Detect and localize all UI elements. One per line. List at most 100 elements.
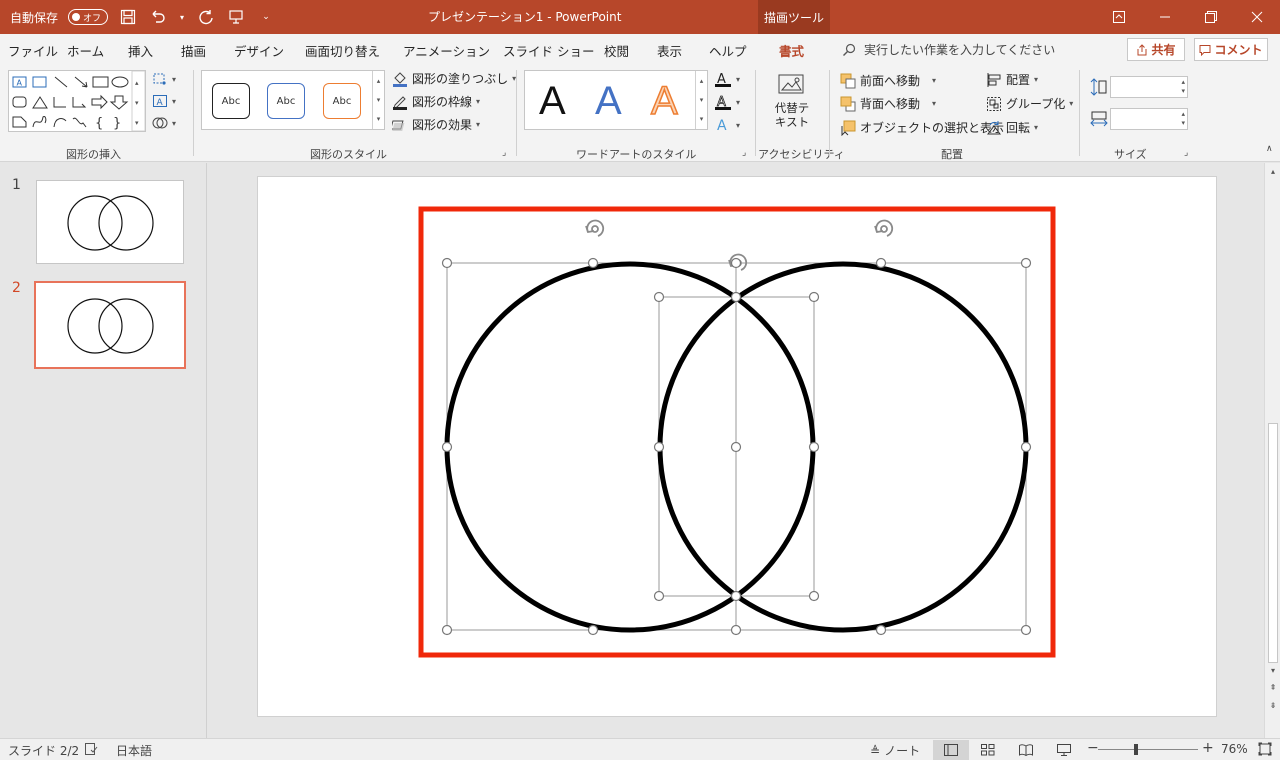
undo-icon[interactable] [148,7,168,27]
tab-transitions[interactable]: 画面切り替え [305,41,380,60]
wordart-style-black[interactable]: A [539,77,566,125]
tab-home[interactable]: ホーム [67,41,104,60]
size-dialog-launcher-icon[interactable]: ⌟ [1184,148,1188,158]
slide-thumbnail-2[interactable] [34,281,186,369]
zoom-in-button[interactable]: + [1202,740,1214,756]
slide-thumbnail-1[interactable] [36,180,184,264]
accessibility-check-icon[interactable] [84,742,98,756]
send-backward-button[interactable]: 背面へ移動 ▾ [840,95,936,112]
alt-text-button[interactable]: 代替テ キスト [772,72,812,129]
height-spinner-icon[interactable]: ▴ ▾ [1181,78,1185,96]
tab-draw[interactable]: 描画 [181,41,206,60]
normal-view-icon[interactable] [933,740,969,760]
shape-effects-button[interactable]: 図形の効果 ▾ [392,116,480,133]
gallery-up-icon[interactable]: ▴ [377,77,381,85]
text-effects-button[interactable]: A ▾ [714,116,740,134]
merge-shapes-button[interactable]: ▾ [152,116,176,130]
zoom-level[interactable]: 76% [1221,742,1248,756]
notes-button[interactable]: ≜ ノート [870,742,920,759]
tab-view[interactable]: 表示 [657,41,682,60]
curve-shape-icon [53,118,67,128]
shape-styles-dialog-launcher-icon[interactable]: ⌟ [502,148,506,158]
start-slideshow-icon[interactable] [226,7,246,27]
shapes-gallery[interactable]: A { } ▴ ▾ ▾ [8,70,146,132]
wordart-group-label: ワードアートのスタイル [576,148,697,161]
gallery-more-icon[interactable]: ▾ [377,115,381,123]
wordart-more-icon[interactable]: ▾ [700,115,704,123]
redo-icon[interactable] [196,7,216,27]
comment-icon [1199,44,1211,56]
align-button[interactable]: 配置 ▾ [986,71,1038,88]
text-outline-button[interactable]: A ▾ [714,93,740,111]
share-button[interactable]: 共有 [1127,38,1185,61]
zoom-slider-knob[interactable] [1134,744,1138,755]
selection-pane-button[interactable]: オブジェクトの選択と表示 [840,119,1004,136]
minimize-icon[interactable] [1142,0,1188,34]
bring-forward-button[interactable]: 前面へ移動 ▾ [840,72,936,89]
shape-height-input[interactable]: ▴ ▾ [1110,76,1188,98]
wordart-style-blue[interactable]: A [595,77,622,125]
tab-insert[interactable]: 挿入 [128,41,153,60]
rotate-button[interactable]: 回転 ▾ [986,119,1038,136]
wordart-dialog-launcher-icon[interactable]: ⌟ [742,148,746,158]
tab-file[interactable]: ファイル [8,41,58,60]
tab-format[interactable]: 書式 [776,41,807,67]
zoom-out-button[interactable]: − [1087,740,1099,756]
send-backward-icon [840,96,856,111]
save-icon[interactable] [118,7,138,27]
shape-width-input[interactable]: ▴ ▾ [1110,108,1188,130]
gallery-down-icon[interactable]: ▾ [377,96,381,104]
vertical-scrollbar[interactable]: ▴ ▾ ⇞ ⇟ [1264,163,1280,738]
tab-help[interactable]: ヘルプ [709,41,747,60]
wordart-style-orange[interactable]: A [650,77,678,125]
fit-to-window-icon[interactable] [1258,742,1272,756]
wordart-gallery[interactable]: A A A ▴ ▾ ▾ [524,70,708,130]
scroll-up-icon[interactable]: ▴ [1265,167,1280,176]
close-icon[interactable] [1234,0,1280,34]
language-indicator[interactable]: 日本語 [116,742,152,759]
gallery-scroll[interactable]: ▴ ▾ ▾ [372,71,384,129]
slide-canvas[interactable] [257,176,1217,717]
wordart-gallery-scroll[interactable]: ▴ ▾ ▾ [695,71,707,129]
draw-text-box-button[interactable]: A ▾ [152,94,176,108]
svg-text:{: { [95,116,103,131]
edit-shape-button[interactable]: ▾ [152,72,176,86]
shape-outline-button[interactable]: 図形の枠線 ▾ [392,93,480,110]
resize-handle [730,624,742,636]
shape-styles-group-label: 図形のスタイル [310,148,387,161]
restore-icon[interactable] [1188,0,1234,34]
shape-fill-button[interactable]: 図形の塗りつぶし ▾ [392,70,516,87]
wordart-down-icon[interactable]: ▾ [700,96,704,104]
document-title: プレゼンテーション1 - PowerPoint [428,10,622,24]
autosave-toggle[interactable]: オフ [68,9,109,25]
group-button[interactable]: グループ化 ▾ [986,95,1073,112]
slideshow-view-icon[interactable] [1046,740,1082,760]
scroll-down-icon[interactable]: ▾ [1265,666,1280,675]
collapse-ribbon-icon[interactable]: ∧ [1266,144,1273,154]
rotate-handle-icon [874,219,894,237]
undo-dropdown-icon[interactable]: ▾ [178,7,186,27]
zoom-slider-track[interactable] [1098,749,1198,750]
scrollbar-thumb[interactable] [1268,423,1278,663]
tab-animations[interactable]: アニメーション [403,41,490,60]
width-spinner-icon[interactable]: ▴ ▾ [1181,110,1185,128]
text-fill-button[interactable]: A ▾ [714,70,740,88]
reading-view-icon[interactable] [1008,740,1044,760]
text-fill-icon: A [715,72,731,87]
previous-slide-icon[interactable]: ⇞ [1265,683,1280,692]
search-icon [843,43,856,56]
ribbon-display-options-icon[interactable] [1096,0,1142,34]
customize-toolbar-icon[interactable]: ⌄ [256,7,276,27]
tell-me-box[interactable]: 実行したい作業を入力してください [842,41,1055,58]
shape-style-orange[interactable]: Abc [323,83,361,119]
shape-style-blue[interactable]: Abc [267,83,305,119]
comment-button[interactable]: コメント [1194,38,1268,61]
wordart-up-icon[interactable]: ▴ [700,77,704,85]
tab-review[interactable]: 校閲 [604,41,629,60]
shape-style-gallery[interactable]: Abc Abc Abc ▴ ▾ ▾ [201,70,385,130]
slide-sorter-view-icon[interactable] [970,740,1006,760]
next-slide-icon[interactable]: ⇟ [1265,701,1280,710]
shape-style-dark[interactable]: Abc [212,83,250,119]
tab-design[interactable]: デザイン [234,41,284,60]
tab-slideshow[interactable]: スライド ショー [503,41,594,60]
